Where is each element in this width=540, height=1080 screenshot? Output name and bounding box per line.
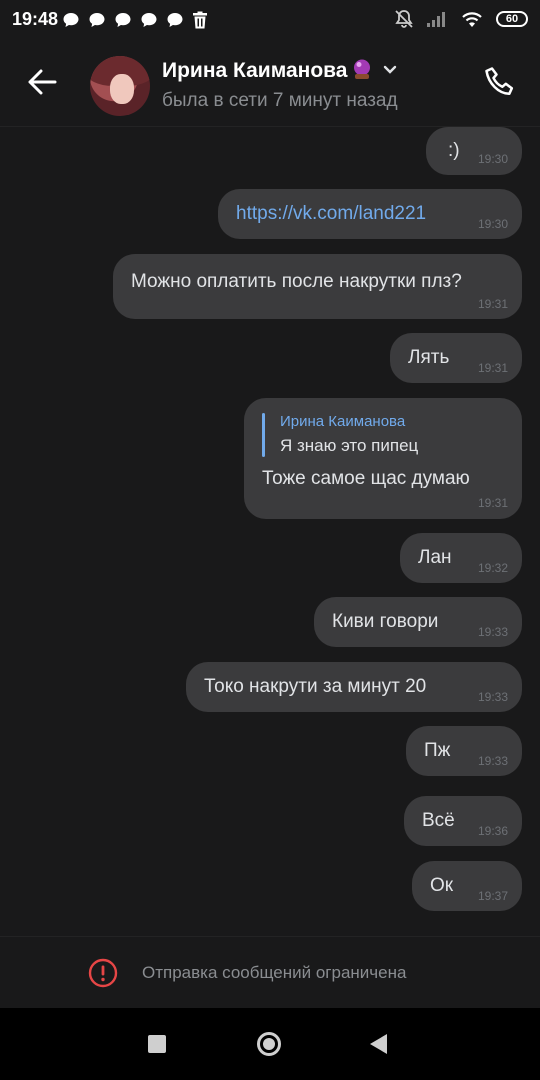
reply-message-bubble[interactable]: Ирина Каиманова Я знаю это пипец Тоже са… [244,398,522,519]
message-time: 19:33 [477,754,508,768]
alert-circle-icon [88,958,118,988]
trash-icon [193,11,207,29]
battery-level: 60 [505,13,519,25]
message-text: Можно оплатить после накрутки плз? [131,271,462,292]
message-text: Тоже самое щас думаю [262,468,470,489]
message-bubble[interactable]: Лять 19:31 [390,333,522,383]
reply-author: Ирина Каиманова [280,413,406,430]
recents-square-icon[interactable] [148,1035,166,1053]
message-text: Ок [430,875,454,896]
message-bubble[interactable]: Пж 19:33 [406,726,522,776]
contact-name-row[interactable]: Ирина Каиманова [162,58,397,83]
avatar-face [110,74,134,104]
message-text: Киви говори [332,611,439,632]
chat-bubble-icon [63,13,79,27]
message-text: Пж [424,740,451,761]
message-text: Токо накрути за минут 20 [204,676,427,697]
message-bubble[interactable]: Можно оплатить после накрутки плз? 19:31 [113,254,522,319]
message-time: 19:33 [477,625,508,639]
message-time: 19:30 [477,217,508,231]
wifi-icon [462,12,482,27]
message-time: 19:37 [477,889,508,903]
message-bubble[interactable]: Лан 19:32 [400,533,522,583]
restriction-text: Отправка сообщений ограничена [142,963,407,982]
system-nav-bar [0,1008,540,1080]
message-text: Всё [422,810,455,831]
message-time: 19:31 [477,297,508,311]
message-bubble[interactable]: :) 19:30 [426,127,522,175]
chat-header: Ирина Каиманова была в сети 7 минут наза… [0,40,540,127]
message-bubble[interactable]: Ок 19:37 [412,861,522,911]
message-bubble[interactable]: Киви говори 19:33 [314,597,522,647]
message-time: 19:32 [477,561,508,575]
back-triangle-icon[interactable] [370,1034,387,1054]
status-bar: 19:48 60 [0,0,540,40]
chevron-down-icon [384,65,397,74]
message-time: 19:30 [477,152,508,166]
message-time: 19:33 [477,690,508,704]
reply-quote-bar [262,413,265,457]
back-arrow-icon [28,69,57,95]
message-link[interactable]: https://vk.com/land221 [236,203,426,225]
avatar[interactable] [90,56,150,116]
message-text: :) [448,140,460,161]
call-button[interactable] [480,62,520,102]
dnd-bell-icon [395,10,413,28]
status-right-icons: 60 [394,8,528,30]
chat-bubble-icon [141,13,157,27]
message-time: 19:36 [477,824,508,838]
back-button[interactable] [22,62,62,102]
message-time: 19:31 [477,496,508,510]
status-time: 19:48 [12,9,59,29]
message-list[interactable]: :) 19:30 https://vk.com/land221 19:30 Мо… [0,127,540,935]
message-bubble[interactable]: Всё 19:36 [404,796,522,846]
message-text: Лан [418,547,452,568]
message-time: 19:31 [477,361,508,375]
contact-name: Ирина Каиманова [162,59,348,82]
crystal-ball-icon [354,59,371,79]
cell-signal-icon [427,12,445,27]
chat-bubble-icon [89,13,105,27]
chat-bubble-icon [167,13,183,27]
message-bubble[interactable]: https://vk.com/land221 19:30 [218,189,522,239]
message-text: Лять [408,347,450,368]
messaging-restricted-bar: Отправка сообщений ограничена [0,936,540,1009]
phone-icon [485,67,514,96]
battery-icon: 60 [496,11,528,27]
home-circle-icon[interactable] [257,1032,281,1056]
chat-bubble-icon [115,13,131,27]
contact-status: была в сети 7 минут назад [162,90,398,111]
message-bubble[interactable]: Токо накрути за минут 20 19:33 [186,662,522,712]
notification-icons [62,10,208,30]
reply-text: Я знаю это пипец [280,436,419,455]
